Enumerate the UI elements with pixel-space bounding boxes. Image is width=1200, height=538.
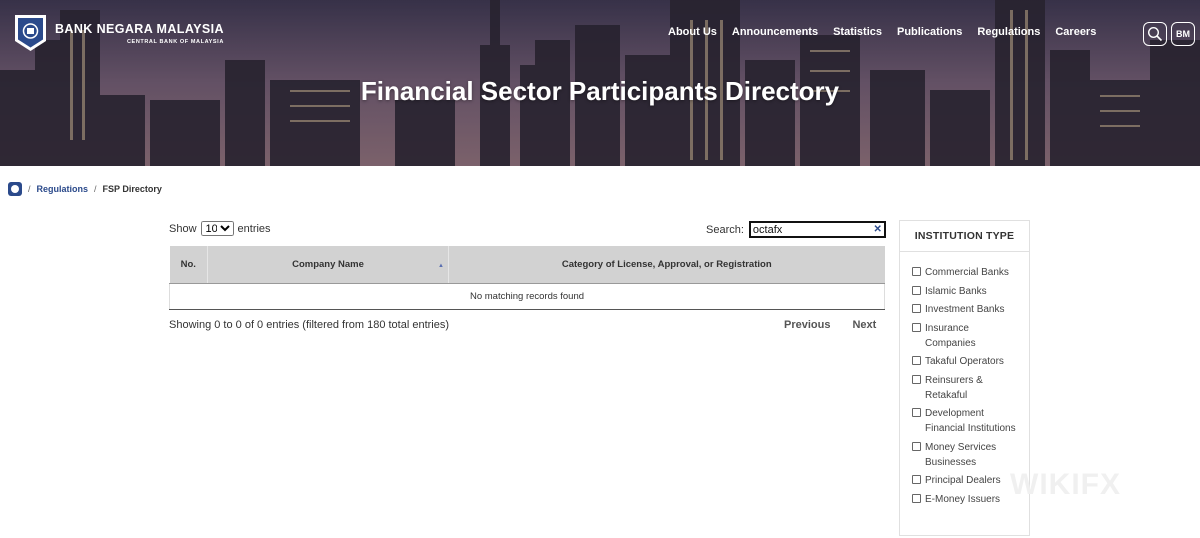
checkbox[interactable] <box>912 408 921 417</box>
page-title: Financial Sector Participants Directory <box>360 76 840 106</box>
language-toggle-button[interactable]: BM <box>1171 22 1195 46</box>
nav-careers[interactable]: Careers <box>1055 26 1096 38</box>
column-header-company-name[interactable]: Company Name ▲ <box>207 246 449 284</box>
next-button[interactable]: Next <box>852 319 876 331</box>
checkbox[interactable] <box>912 285 921 295</box>
table-info: Showing 0 to 0 of 0 entries (filtered fr… <box>169 319 450 331</box>
table-search: Search: octafx ✕ <box>706 221 886 238</box>
column-header-category[interactable]: Category of License, Approval, or Regist… <box>448 246 885 284</box>
checkbox[interactable] <box>912 322 921 332</box>
clear-search-icon[interactable]: ✕ <box>874 224 882 235</box>
filter-money-services-businesses[interactable]: Money Services Businesses <box>912 440 1029 470</box>
search-input-value: octafx <box>752 223 783 236</box>
checkbox[interactable] <box>912 493 921 503</box>
entries-length-control: Show 10 entries <box>169 221 271 236</box>
checkbox[interactable] <box>912 267 921 276</box>
search-label: Search: <box>706 223 744 236</box>
filter-title: INSTITUTION TYPE <box>900 221 1029 252</box>
nav-regulations[interactable]: Regulations <box>977 26 1040 38</box>
pagination: Previous Next <box>784 319 876 331</box>
search-input[interactable]: octafx ✕ <box>748 221 886 238</box>
checkbox[interactable] <box>912 374 921 384</box>
nav-publications[interactable]: Publications <box>897 26 962 38</box>
checkbox[interactable] <box>912 475 921 484</box>
column-header-no[interactable]: No. <box>169 246 208 284</box>
previous-button[interactable]: Previous <box>784 319 830 331</box>
search-icon <box>1147 26 1163 42</box>
logo-subtitle: CENTRAL BANK OF MALAYSIA <box>126 38 224 45</box>
filter-reinsurers-retakaful[interactable]: Reinsurers & Retakaful <box>912 373 1029 403</box>
show-label: Show <box>169 222 197 235</box>
search-button[interactable] <box>1143 22 1167 46</box>
bnm-crest-icon <box>15 15 46 51</box>
checkbox[interactable] <box>912 304 921 313</box>
filter-islamic-banks[interactable]: Islamic Banks <box>912 284 1029 299</box>
sort-ascending-icon: ▲ <box>438 262 444 269</box>
nav-statistics[interactable]: Statistics <box>833 26 882 38</box>
filter-commercial-banks[interactable]: Commercial Banks <box>912 265 1029 280</box>
breadcrumb: / Regulations / FSP Directory <box>8 182 162 196</box>
bnm-logo[interactable]: BANK NEGARA MALAYSIA CENTRAL BANK OF MAL… <box>14 14 224 52</box>
filter-investment-banks[interactable]: Investment Banks <box>912 302 1029 317</box>
filter-development-financial-institutions[interactable]: Development Financial Institutions <box>912 406 1029 436</box>
watermark: WIKIFX <box>1010 468 1121 501</box>
empty-message: No matching records found <box>169 283 885 310</box>
filter-takaful-operators[interactable]: Takaful Operators <box>912 354 1029 369</box>
breadcrumb-regulations[interactable]: Regulations <box>37 184 89 194</box>
checkbox[interactable] <box>912 441 921 451</box>
fsp-table: No. Company Name ▲ Category of License, … <box>169 246 885 310</box>
filter-insurance-companies[interactable]: Insurance Companies <box>912 321 1029 351</box>
entries-label: entries <box>237 222 271 235</box>
logo-title: BANK NEGARA MALAYSIA <box>55 21 224 36</box>
home-icon[interactable] <box>8 182 22 196</box>
nav-about-us[interactable]: About Us <box>668 26 717 38</box>
breadcrumb-current: FSP Directory <box>102 184 162 194</box>
main-nav: About Us Announcements Statistics Public… <box>668 26 1096 38</box>
checkbox[interactable] <box>912 356 921 365</box>
table-row: No matching records found <box>169 283 885 310</box>
nav-announcements[interactable]: Announcements <box>732 26 818 38</box>
entries-select[interactable]: 10 <box>200 221 234 236</box>
hero-banner: BANK NEGARA MALAYSIA CENTRAL BANK OF MAL… <box>0 0 1200 166</box>
